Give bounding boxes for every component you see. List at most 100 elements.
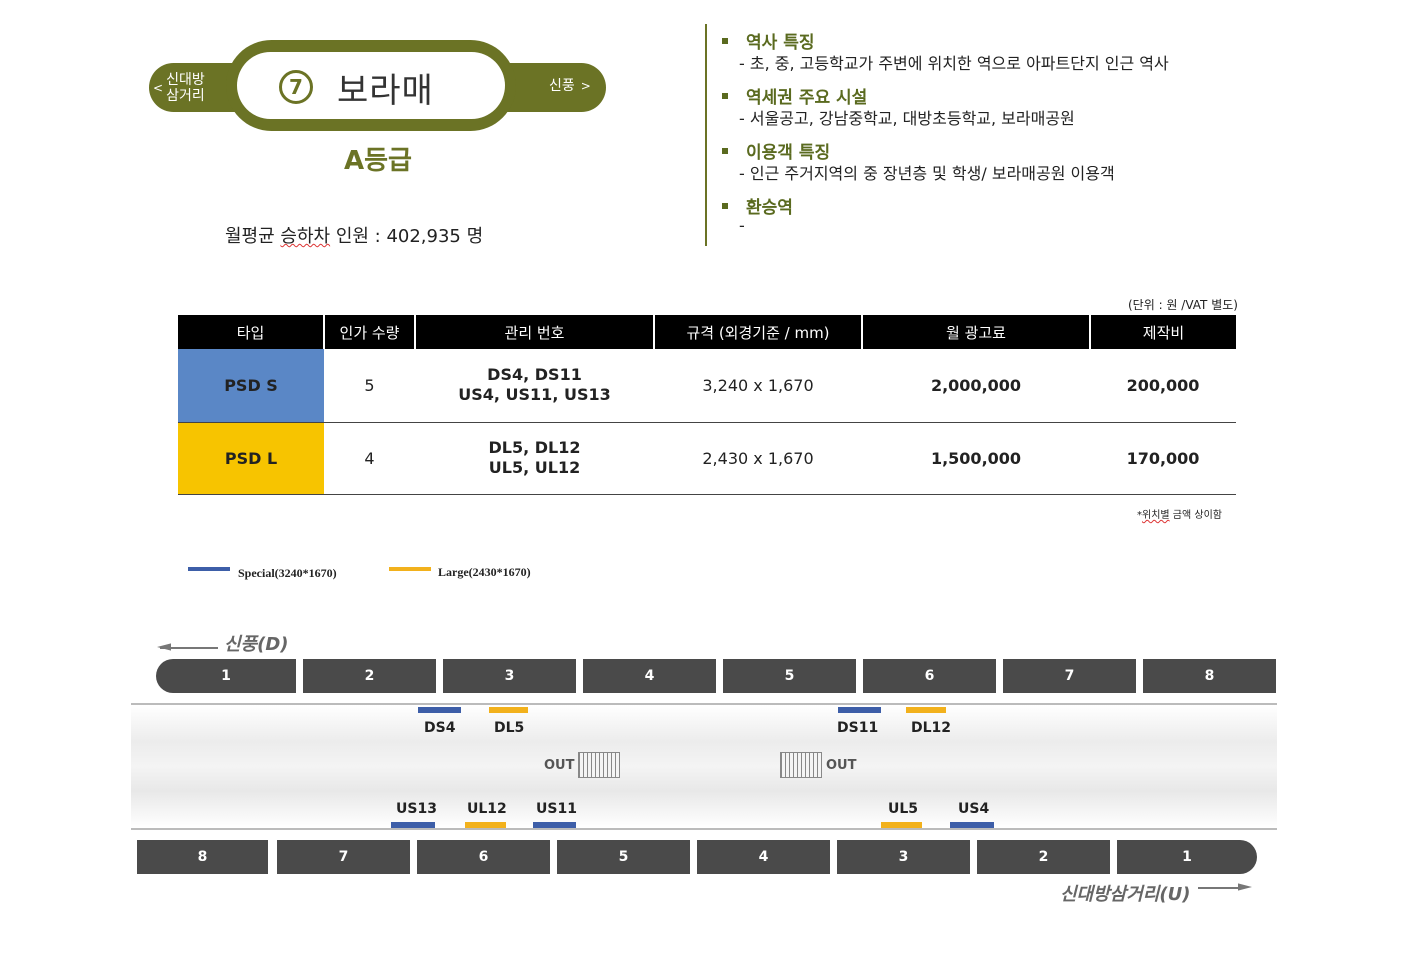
exit-label: OUT <box>826 757 857 773</box>
chevron-left-icon: < <box>153 81 164 95</box>
monthly-label-mid: 승하차 <box>280 226 331 247</box>
pos-note-post: 금액 상이함 <box>1169 510 1222 521</box>
size-cell: 2,430 x 1,670 <box>654 422 862 495</box>
table-header-row: 타입 인가 수량 관리 번호 규격 (외경기준 / mm) 월 광고료 제작비 <box>178 315 1236 349</box>
legend-large-swatch <box>389 567 431 571</box>
mgmt-line: US4, US11, US13 <box>458 385 611 405</box>
table-row: PSD S 5 DS4, DS11 US4, US11, US13 3,240 x… <box>178 349 1236 423</box>
ad-label-ds11: DS11 <box>837 720 879 736</box>
next-station-button[interactable]: 신풍 > <box>549 78 591 94</box>
car-top-5: 5 <box>723 659 856 693</box>
bullet-icon <box>722 147 728 154</box>
car-bottom-8: 8 <box>137 840 268 874</box>
monthly-label-pre: 월평균 <box>225 226 281 247</box>
type-cell: PSD S <box>178 349 324 423</box>
mgmt-line: DS4, DS11 <box>487 365 582 385</box>
turnstile-icon <box>578 752 621 778</box>
header-type: 타입 <box>178 315 325 349</box>
monthly-price-cell: 2,000,000 <box>862 349 1090 423</box>
legend-special-label: Special(3240*1670) <box>238 566 337 580</box>
car-bottom-1: 1 <box>1117 840 1257 874</box>
table-row: PSD L 4 DL5, DL12 UL5, UL12 2,430 x 1,670… <box>178 422 1236 495</box>
type-cell: PSD L <box>178 422 324 495</box>
car-bottom-5: 5 <box>557 840 690 874</box>
ad-label-ul5: UL5 <box>888 801 919 817</box>
bullet-icon <box>722 202 728 209</box>
exit-gate-right: OUT <box>780 752 856 778</box>
legend-special-swatch <box>188 567 230 571</box>
car-top-8: 8 <box>1143 659 1276 693</box>
car-bottom-2: 2 <box>977 840 1110 874</box>
production-cost-cell: 170,000 <box>1090 422 1236 495</box>
mgmt-cell: DS4, DS11 US4, US11, US13 <box>415 349 654 423</box>
monthly-ridership: 월평균 승하차 인원 : 402,935 명 <box>225 222 483 248</box>
car-top-2: 2 <box>303 659 436 693</box>
size-cell: 3,240 x 1,670 <box>654 349 862 423</box>
chevron-right-icon: > <box>580 79 591 93</box>
qty-cell: 4 <box>324 422 415 495</box>
car-top-3: 3 <box>443 659 576 693</box>
car-top-6: 6 <box>863 659 996 693</box>
header-size: 규격 (외경기준 / mm) <box>654 315 863 349</box>
prev-station-label: 신대방 삼거리 <box>166 72 205 104</box>
ad-label-us11: US11 <box>536 801 577 817</box>
prev-station-button[interactable]: < 신대방 삼거리 <box>153 72 205 104</box>
position-price-note: *위치별 금액 상이함 <box>1137 506 1222 521</box>
legend-large-label: Large(2430*1670) <box>438 565 531 579</box>
info-body-passengers: - 인근 주거지역의 중 장년층 및 학생/ 보라매공원 이용객 <box>739 164 1115 183</box>
unit-note: (단위 : 원 /VAT 별도) <box>1128 298 1238 312</box>
car-bottom-3: 3 <box>837 840 970 874</box>
station-name: 보라매 <box>337 71 434 111</box>
ad-label-us4: US4 <box>958 801 990 817</box>
exit-gate-left: OUT <box>544 752 621 778</box>
arrowhead-left-icon <box>157 643 171 651</box>
ad-price-table: 타입 인가 수량 관리 번호 규격 (외경기준 / mm) 월 광고료 제작비 … <box>178 315 1236 495</box>
car-bottom-7: 7 <box>277 840 410 874</box>
platform <box>131 703 1277 830</box>
info-heading-transfer: 환승역 <box>722 193 793 218</box>
ad-bar-large <box>465 822 506 828</box>
exit-label: OUT <box>544 757 575 773</box>
mgmt-cell: DL5, DL12 UL5, UL12 <box>415 422 654 495</box>
info-body-facilities: - 서울공고, 강남중학교, 대방초등학교, 보라매공원 <box>739 109 1075 128</box>
monthly-price-cell: 1,500,000 <box>862 422 1090 495</box>
info-divider <box>705 24 707 246</box>
direction-top-label: 신풍(D) <box>224 634 289 655</box>
mgmt-line: UL5, UL12 <box>488 458 581 477</box>
car-top-4: 4 <box>583 659 716 693</box>
ad-label-dl12: DL12 <box>911 720 952 736</box>
line-number-badge: 7 <box>279 70 313 104</box>
pos-note-mid: 위치별 <box>1142 510 1170 521</box>
ad-bar-special <box>418 707 461 713</box>
car-top-7: 7 <box>1003 659 1136 693</box>
info-heading-text: 환승역 <box>746 198 793 218</box>
car-bottom-6: 6 <box>417 840 550 874</box>
direction-bottom-label: 신대방삼거리(U) <box>1060 884 1191 905</box>
header-mgmt: 관리 번호 <box>415 315 655 349</box>
production-cost-cell: 200,000 <box>1090 349 1236 423</box>
header-monthly: 월 광고료 <box>862 315 1091 349</box>
ad-label-us13: US13 <box>396 801 437 817</box>
ad-label-ul12: UL12 <box>467 801 507 817</box>
ad-bar-special <box>950 822 994 828</box>
arrow-right-icon <box>1198 887 1240 889</box>
ad-bar-large <box>906 707 946 713</box>
car-bottom-4: 4 <box>697 840 830 874</box>
bullet-icon <box>722 37 728 44</box>
station-grade: A등급 <box>344 146 412 176</box>
ad-label-dl5: DL5 <box>494 720 525 736</box>
car-top-1: 1 <box>156 659 296 693</box>
prev-station-line2: 삼거리 <box>166 88 205 104</box>
prev-station-line1: 신대방 <box>166 72 205 88</box>
turnstile-icon <box>780 752 822 778</box>
header-qty: 인가 수량 <box>324 315 416 349</box>
monthly-label-post: 인원 : 402,935 명 <box>330 226 484 247</box>
bullet-icon <box>722 92 728 99</box>
next-station-label: 신풍 <box>549 78 575 94</box>
arrowhead-right-icon <box>1238 883 1252 891</box>
mgmt-line: DL5, DL12 <box>488 438 581 457</box>
ad-bar-special <box>838 707 881 713</box>
info-body-features: - 초, 중, 고등학교가 주변에 위치한 역으로 아파트단지 인근 역사 <box>739 54 1169 73</box>
ad-bar-large <box>489 707 528 713</box>
ad-label-ds4: DS4 <box>424 720 456 736</box>
